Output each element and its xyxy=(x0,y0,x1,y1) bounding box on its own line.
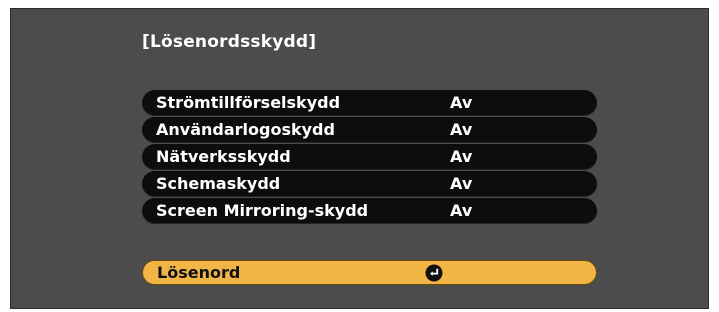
menu-item-user-logo-protection[interactable]: Användarlogoskydd Av xyxy=(142,117,597,143)
menu-item-value: Av xyxy=(450,93,473,112)
page-title: [Lösenordsskydd] xyxy=(142,32,317,52)
protection-menu-list: Strömtillförselskydd Av Användarlogoskyd… xyxy=(142,90,597,225)
projector-menu-screen: [Lösenordsskydd] Strömtillförselskydd Av… xyxy=(10,8,709,309)
menu-item-value: Av xyxy=(450,201,473,220)
password-menu-item[interactable]: Lösenord xyxy=(142,260,597,285)
enter-icon xyxy=(425,264,443,282)
menu-item-label: Strömtillförselskydd xyxy=(156,93,341,112)
menu-item-label: Nätverksskydd xyxy=(156,147,291,166)
menu-item-label: Användarlogoskydd xyxy=(156,120,335,139)
menu-item-screen-mirroring-protection[interactable]: Screen Mirroring-skydd Av xyxy=(142,198,597,224)
menu-item-value: Av xyxy=(450,174,473,193)
menu-item-power-on-protection[interactable]: Strömtillförselskydd Av xyxy=(142,90,597,116)
menu-item-label: Schemaskydd xyxy=(156,174,281,193)
menu-item-network-protection[interactable]: Nätverksskydd Av xyxy=(142,144,597,170)
menu-item-label: Screen Mirroring-skydd xyxy=(156,201,369,220)
menu-item-value: Av xyxy=(450,147,473,166)
menu-item-value: Av xyxy=(450,120,473,139)
menu-item-schedule-protection[interactable]: Schemaskydd Av xyxy=(142,171,597,197)
password-label: Lösenord xyxy=(157,263,241,282)
